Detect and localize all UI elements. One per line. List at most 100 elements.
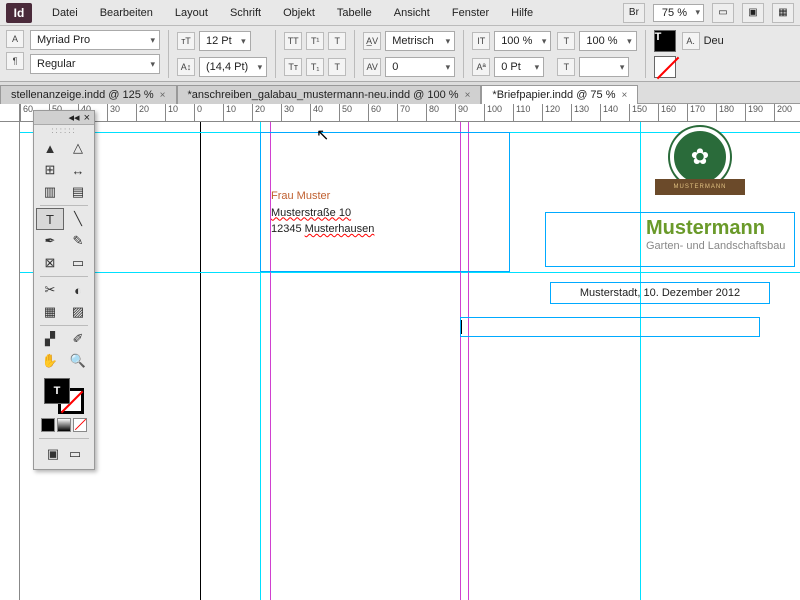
menu-objekt[interactable]: Objekt xyxy=(273,3,325,23)
apply-gradient-icon[interactable] xyxy=(57,418,71,432)
panel-header[interactable]: ◂◂ × xyxy=(34,111,94,125)
kerning-dropdown[interactable]: Metrisch xyxy=(385,31,455,51)
apply-none-icon[interactable] xyxy=(73,418,87,432)
strikethrough-icon[interactable]: T xyxy=(328,58,346,76)
menu-schrift[interactable]: Schrift xyxy=(220,3,271,23)
logo-frame[interactable]: ✿ MUSTERMANN xyxy=(645,127,755,202)
free-transform-tool[interactable]: ◐ xyxy=(64,279,92,301)
horizontal-ruler[interactable]: 6050403020100102030405060708090100110120… xyxy=(20,104,800,122)
hand-tool[interactable]: ✋ xyxy=(36,350,64,372)
menu-fenster[interactable]: Fenster xyxy=(442,3,499,23)
rectangle-tool[interactable]: ▭ xyxy=(64,252,92,274)
collapse-icon[interactable]: ◂◂ xyxy=(69,111,80,124)
company-text-frame[interactable]: Mustermann Garten- und Landschaftsbau xyxy=(545,212,795,267)
tab-anschreiben[interactable]: *anschreiben_galabau_mustermann-neu.indd… xyxy=(177,85,482,104)
screen-mode-icon[interactable]: ▣ xyxy=(742,3,764,23)
menu-hilfe[interactable]: Hilfe xyxy=(501,3,543,23)
view-options-icon[interactable]: ▭ xyxy=(712,3,734,23)
tools-panel[interactable]: ◂◂ × :::::: ▲ △ ⊞ ↔ ▥ ▤ T ╲ ✒ ✎ ⊠ ▭ ✂ ◐ ▦… xyxy=(33,110,95,470)
text-stroke-swatch[interactable] xyxy=(654,56,676,78)
tree-logo-icon: ✿ xyxy=(670,127,730,187)
close-icon[interactable]: × xyxy=(160,90,166,101)
leading-dropdown[interactable]: (14,4 Pt) xyxy=(199,57,267,77)
rectangle-frame-tool[interactable]: ⊠ xyxy=(36,252,64,274)
app-logo[interactable]: Id xyxy=(6,3,32,23)
canvas[interactable]: Frau Muster Musterstraße 10 12345 Muster… xyxy=(20,122,800,600)
gap-tool[interactable]: ↔ xyxy=(64,159,92,181)
paragraph-mode-icon[interactable]: ¶ xyxy=(6,52,24,70)
zoom-dropdown[interactable]: 75 % xyxy=(653,4,704,22)
skew-icon: T xyxy=(557,58,575,76)
panel-grip[interactable]: :::::: xyxy=(34,125,94,135)
guide-horizontal[interactable] xyxy=(20,272,800,273)
menu-bearbeiten[interactable]: Bearbeiten xyxy=(90,3,163,23)
date-text-frame[interactable]: Musterstadt, 10. Dezember 2012 xyxy=(550,282,770,304)
superscript-icon[interactable]: T¹ xyxy=(306,32,324,50)
skew-dropdown[interactable] xyxy=(579,57,629,77)
preview-view-icon[interactable]: ▭ xyxy=(65,445,85,463)
bridge-button[interactable]: Br xyxy=(623,3,645,23)
close-icon[interactable]: × xyxy=(465,90,471,101)
pen-tool[interactable]: ✒ xyxy=(36,230,64,252)
page-tool[interactable]: ⊞ xyxy=(36,159,64,181)
menu-tabelle[interactable]: Tabelle xyxy=(327,3,382,23)
direct-selection-tool[interactable]: △ xyxy=(64,137,92,159)
normal-view-icon[interactable]: ▣ xyxy=(43,445,63,463)
close-icon[interactable]: × xyxy=(622,90,628,101)
tracking-icon: AV xyxy=(363,58,381,76)
menu-layout[interactable]: Layout xyxy=(165,3,218,23)
baseline-dropdown[interactable]: 0 Pt xyxy=(494,57,544,77)
type-tool[interactable]: T xyxy=(36,208,64,230)
date-text: Musterstadt, 10. Dezember 2012 xyxy=(580,287,740,299)
smallcaps-icon[interactable]: Tᴛ xyxy=(284,58,302,76)
tab-briefpapier[interactable]: *Briefpapier.indd @ 75 %× xyxy=(481,85,638,104)
vertical-ruler[interactable] xyxy=(0,122,20,600)
underline-icon[interactable]: T xyxy=(328,32,346,50)
font-size-dropdown[interactable]: 12 Pt xyxy=(199,31,251,51)
language-icon: A. xyxy=(682,32,700,50)
font-size-icon: тT xyxy=(177,32,195,50)
fill-stroke-swatches[interactable]: T xyxy=(44,378,84,414)
selection-tool[interactable]: ▲ xyxy=(36,137,64,159)
menu-datei[interactable]: Datei xyxy=(42,3,88,23)
company-subtitle: Garten- und Landschaftsbau xyxy=(646,240,794,252)
guide-vertical[interactable] xyxy=(640,122,641,600)
ruler-origin[interactable] xyxy=(0,104,20,122)
scissors-tool[interactable]: ✂ xyxy=(36,279,64,301)
vscale-dropdown[interactable]: 100 % xyxy=(494,31,551,51)
allcaps-icon[interactable]: TT xyxy=(284,32,302,50)
language-label: Deu xyxy=(704,35,724,47)
line-tool[interactable]: ╲ xyxy=(64,208,92,230)
hscale-dropdown[interactable]: 100 % xyxy=(579,31,636,51)
subscript-icon[interactable]: T₁ xyxy=(306,58,324,76)
pencil-tool[interactable]: ✎ xyxy=(64,230,92,252)
tab-stellenanzeige[interactable]: stellenanzeige.indd @ 125 %× xyxy=(0,85,177,104)
kerning-icon: A̲V xyxy=(363,32,381,50)
font-style-dropdown[interactable]: Regular xyxy=(30,54,160,74)
text-fill-swatch[interactable]: T xyxy=(654,30,676,52)
eyedropper-tool[interactable]: ✐ xyxy=(64,328,92,350)
gradient-swatch-tool[interactable]: ▦ xyxy=(36,301,64,323)
control-panel: A ¶ Myriad Pro Regular тT12 Pt A↕(14,4 P… xyxy=(0,26,800,82)
company-name: Mustermann xyxy=(646,217,794,240)
gradient-feather-tool[interactable]: ▨ xyxy=(64,301,92,323)
leading-icon: A↕ xyxy=(177,58,195,76)
menubar: Id Datei Bearbeiten Layout Schrift Objek… xyxy=(0,0,800,26)
font-family-dropdown[interactable]: Myriad Pro xyxy=(30,30,160,50)
arrange-icon[interactable]: ▦ xyxy=(772,3,794,23)
tracking-dropdown[interactable]: 0 xyxy=(385,57,455,77)
apply-color-icon[interactable] xyxy=(41,418,55,432)
zoom-tool[interactable]: 🔍 xyxy=(64,350,92,372)
fill-swatch[interactable]: T xyxy=(44,378,70,404)
content-placer-tool[interactable]: ▤ xyxy=(64,181,92,203)
menu-ansicht[interactable]: Ansicht xyxy=(384,3,440,23)
panel-menu-icon[interactable]: × xyxy=(84,112,90,124)
content-collector-tool[interactable]: ▥ xyxy=(36,181,64,203)
body-text-frame[interactable] xyxy=(460,317,760,337)
character-mode-icon[interactable]: A xyxy=(6,30,24,48)
address-text-frame[interactable]: Frau Muster Musterstraße 10 12345 Muster… xyxy=(260,132,510,272)
hscale-icon: T xyxy=(557,32,575,50)
workspace: 6050403020100102030405060708090100110120… xyxy=(0,104,800,600)
note-tool[interactable]: ▞ xyxy=(36,328,64,350)
address-city: 12345 Musterhausen xyxy=(271,221,499,238)
